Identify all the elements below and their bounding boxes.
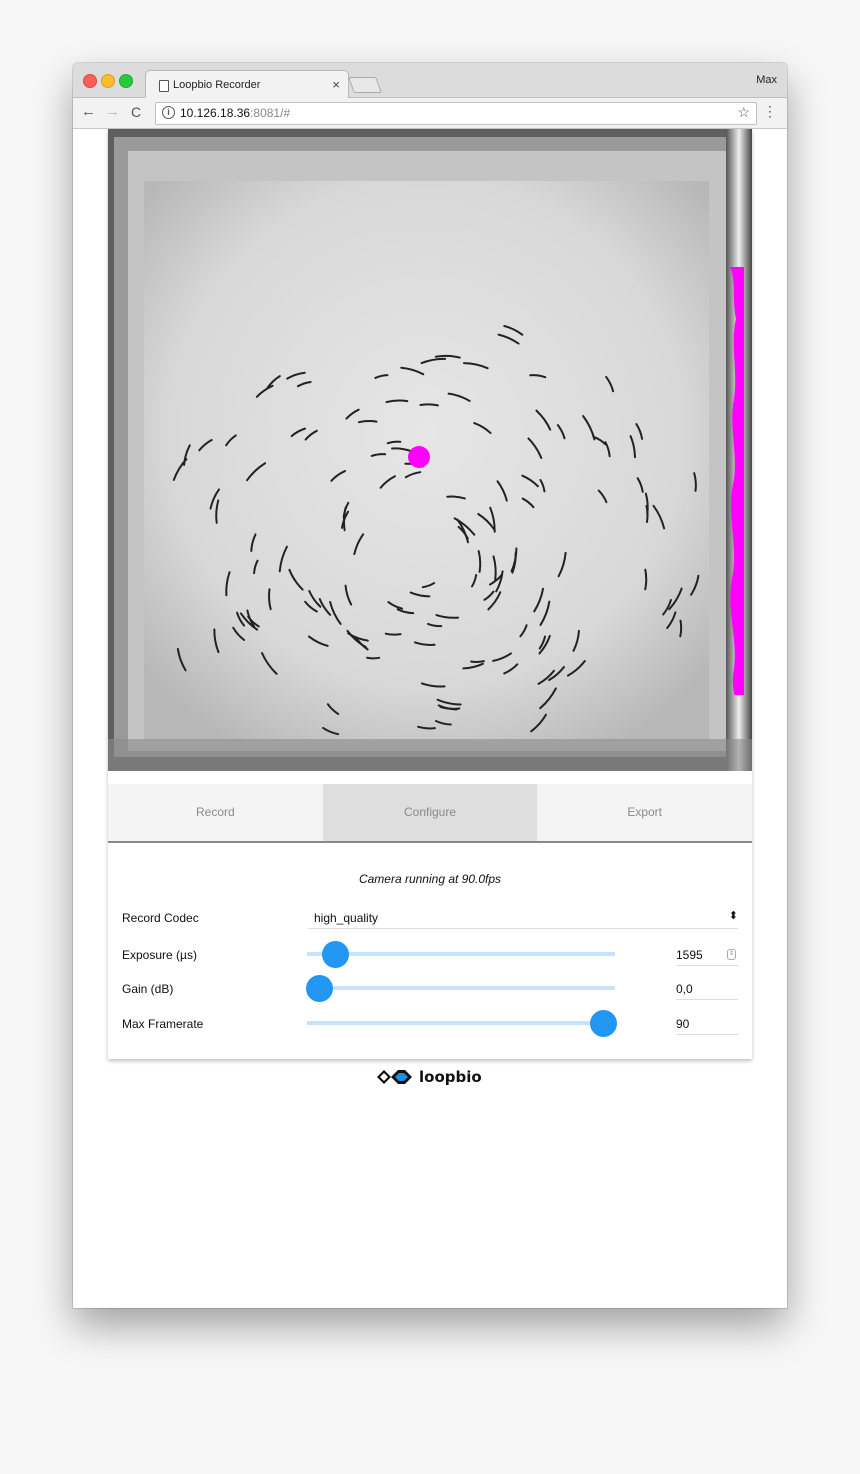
browser-menu-icon[interactable]: ⋮ bbox=[763, 103, 777, 120]
tab-title: Loopbio Recorder bbox=[173, 79, 261, 91]
gain-input[interactable]: 0,0 bbox=[676, 979, 738, 1000]
camera-status: Camera running at 90.0fps bbox=[358, 872, 502, 886]
tab-strip: Loopbio Recorder × Max bbox=[73, 63, 787, 99]
forward-icon[interactable]: → bbox=[105, 103, 120, 120]
browser-window: Loopbio Recorder × Max ← → C i 10.126.18… bbox=[73, 63, 787, 1308]
framerate-row: Max Framerate 90 bbox=[122, 1010, 738, 1037]
new-tab-button[interactable] bbox=[348, 77, 382, 93]
select-arrows-icon: ⬍ bbox=[728, 910, 738, 922]
fish bbox=[644, 568, 648, 591]
gain-label: Gain (dB) bbox=[122, 982, 174, 996]
framerate-label: Max Framerate bbox=[122, 1017, 204, 1031]
exposure-row: Exposure (µs) 1595 ⇕ bbox=[122, 941, 738, 968]
tab-configure[interactable]: Configure bbox=[322, 784, 538, 841]
codec-select[interactable]: high_quality ⬍ bbox=[308, 906, 738, 929]
framerate-input[interactable]: 90 bbox=[676, 1014, 738, 1035]
camera-feed bbox=[108, 129, 752, 771]
fish bbox=[419, 403, 439, 407]
fish bbox=[366, 656, 381, 660]
gain-slider[interactable] bbox=[306, 975, 615, 1002]
target-marker bbox=[408, 446, 430, 468]
gain-row: Gain (dB) 0,0 bbox=[122, 975, 738, 1002]
fish bbox=[470, 660, 485, 663]
exposure-label: Exposure (µs) bbox=[122, 948, 197, 962]
page-content: Record Configure Export Camera running a… bbox=[73, 129, 787, 1308]
framerate-slider-thumb[interactable] bbox=[589, 1010, 617, 1037]
profile-name[interactable]: Max bbox=[756, 74, 777, 86]
tab-close-icon[interactable]: × bbox=[332, 77, 340, 92]
bookmark-star-icon[interactable]: ☆ bbox=[737, 104, 750, 121]
camera-image bbox=[108, 129, 752, 771]
minimize-window-button[interactable] bbox=[101, 74, 115, 88]
exposure-slider[interactable] bbox=[307, 941, 615, 968]
codec-value: high_quality bbox=[314, 911, 379, 925]
loopbio-logo-icon bbox=[377, 1070, 412, 1084]
mode-tabs: Record Configure Export bbox=[108, 784, 752, 843]
reload-icon[interactable]: C bbox=[131, 104, 141, 120]
gain-slider-thumb[interactable] bbox=[306, 975, 334, 1002]
exposure-value: 1595 bbox=[676, 948, 703, 962]
framerate-value: 90 bbox=[676, 1017, 690, 1031]
fish bbox=[645, 504, 649, 523]
exposure-input[interactable]: 1595 ⇕ bbox=[676, 945, 738, 966]
close-window-button[interactable] bbox=[83, 74, 97, 88]
maximize-window-button[interactable] bbox=[119, 74, 133, 88]
codec-label: Record Codec bbox=[122, 911, 199, 925]
fish bbox=[357, 420, 378, 424]
fish bbox=[384, 632, 402, 636]
document-icon bbox=[159, 80, 169, 92]
url-text[interactable]: 10.126.18.36:8081/# bbox=[180, 106, 290, 120]
tab-export[interactable]: Export bbox=[537, 784, 752, 841]
url-port-path: :8081/# bbox=[250, 106, 291, 120]
recorder-card: Record Configure Export Camera running a… bbox=[108, 129, 752, 1059]
framerate-slider[interactable] bbox=[307, 1010, 617, 1037]
back-icon[interactable]: ← bbox=[81, 103, 96, 120]
gain-value: 0,0 bbox=[676, 982, 693, 996]
tank-bottom-edge bbox=[108, 739, 752, 771]
browser-toolbar: ← → C i 10.126.18.36:8081/# ☆ ⋮ bbox=[73, 98, 787, 129]
address-bar[interactable]: i 10.126.18.36:8081/# ☆ bbox=[155, 102, 757, 125]
logo-text: loopbio bbox=[419, 1068, 482, 1086]
fish bbox=[679, 619, 683, 638]
codec-row: Record Codec high_quality ⬍ bbox=[122, 906, 738, 929]
tab-record[interactable]: Record bbox=[108, 784, 323, 841]
exposure-slider-thumb[interactable] bbox=[321, 941, 349, 968]
info-icon[interactable]: i bbox=[162, 106, 175, 119]
loopbio-logo: loopbio bbox=[375, 1066, 482, 1088]
url-host: 10.126.18.36 bbox=[180, 106, 251, 120]
spinner-icon[interactable]: ⇕ bbox=[727, 949, 736, 960]
browser-tab[interactable]: Loopbio Recorder × bbox=[145, 70, 349, 99]
